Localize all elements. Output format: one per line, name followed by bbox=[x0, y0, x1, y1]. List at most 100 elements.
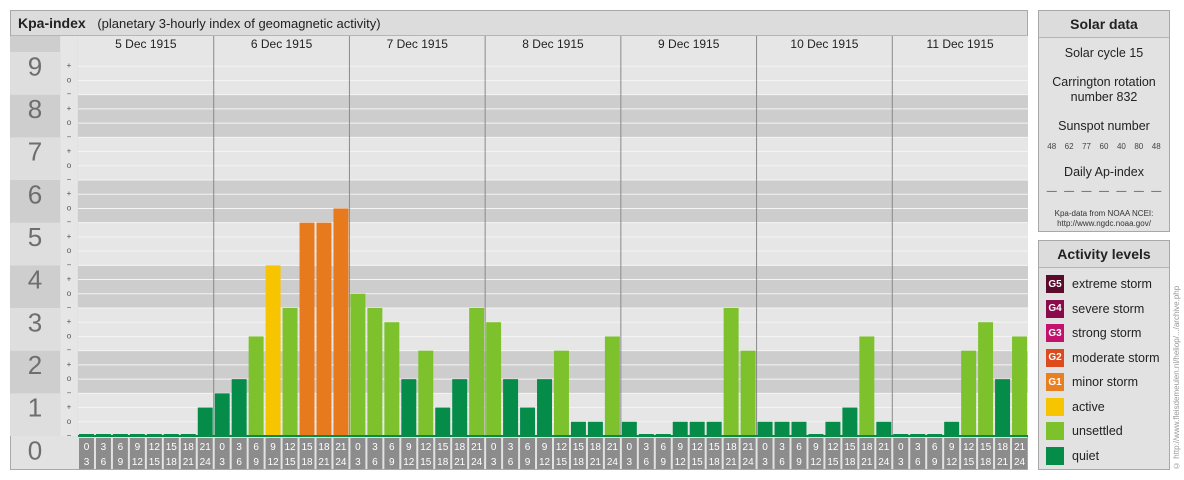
kpa-bar bbox=[672, 421, 688, 436]
interval-end-label: 21 bbox=[183, 457, 195, 468]
sub-tick-mark: − bbox=[67, 90, 72, 99]
sunspot-value: 48 bbox=[1047, 142, 1057, 151]
sub-tick-band bbox=[61, 308, 77, 351]
y-tick-label: 8 bbox=[28, 94, 42, 124]
interval-end-label: 9 bbox=[796, 457, 802, 468]
interval-start-label: 9 bbox=[949, 442, 955, 453]
legend-label: moderate storm bbox=[1072, 350, 1160, 365]
kpa-bar bbox=[469, 308, 485, 436]
sub-tick-mark: o bbox=[67, 75, 72, 84]
interval-end-label: 3 bbox=[219, 457, 225, 468]
kpa-bar bbox=[757, 421, 773, 436]
kpa-bar bbox=[520, 407, 536, 436]
legend-item: quiet bbox=[1039, 444, 1169, 469]
carrington-line-1: Carrington rotation bbox=[1052, 75, 1156, 89]
credit-link[interactable]: http://www.ngdc.noaa.gov/ bbox=[1039, 219, 1169, 229]
day-label: 5 Dec 1915 bbox=[115, 37, 177, 51]
interval-start-label: 3 bbox=[779, 442, 785, 453]
kpa-bar bbox=[401, 379, 417, 436]
sub-tick-mark: + bbox=[67, 189, 72, 198]
kpa-title: Kpa-index bbox=[18, 15, 86, 31]
legend-swatch: G3 bbox=[1046, 324, 1064, 343]
ap-value: — bbox=[1133, 186, 1144, 197]
interval-end-label: 15 bbox=[149, 457, 161, 468]
sub-tick-mark: − bbox=[67, 260, 72, 269]
interval-start-label: 12 bbox=[963, 442, 975, 453]
interval-start-label: 18 bbox=[183, 442, 195, 453]
kpa-bar bbox=[537, 379, 552, 436]
interval-start-label: 9 bbox=[135, 442, 141, 453]
interval-end-label: 18 bbox=[437, 457, 449, 468]
interval-end-label: 18 bbox=[980, 457, 992, 468]
sub-tick-mark: o bbox=[67, 203, 72, 212]
ap-values: — — — — — — — bbox=[1043, 186, 1165, 197]
day-label: 10 Dec 1915 bbox=[790, 37, 858, 51]
sub-tick-mark: − bbox=[67, 218, 72, 227]
interval-start-label: 21 bbox=[878, 442, 890, 453]
interval-end-label: 24 bbox=[607, 457, 619, 468]
interval-end-label: 15 bbox=[284, 457, 296, 468]
sub-tick-mark: + bbox=[67, 360, 72, 369]
ap-title: Daily Ap-index bbox=[1064, 165, 1144, 179]
sunspot-value: 77 bbox=[1082, 142, 1091, 151]
interval-start-label: 21 bbox=[607, 442, 619, 453]
kpa-bar bbox=[214, 393, 230, 436]
ap-value: — bbox=[1046, 186, 1057, 197]
interval-end-label: 12 bbox=[539, 457, 551, 468]
day-label: 8 Dec 1915 bbox=[522, 37, 584, 51]
interval-start-label: 6 bbox=[660, 442, 666, 453]
interval-end-label: 15 bbox=[963, 457, 975, 468]
day-label: 9 Dec 1915 bbox=[658, 37, 720, 51]
sub-tick-band bbox=[61, 137, 77, 180]
legend-label: quiet bbox=[1072, 448, 1100, 463]
sub-tick-mark: − bbox=[67, 346, 72, 355]
interval-start-label: 9 bbox=[270, 442, 276, 453]
site-credit-vertical: © http://www.fleisdemeulen.nl/heliop/...… bbox=[1172, 285, 1181, 470]
kpa-bar bbox=[570, 421, 586, 436]
interval-start-label: 21 bbox=[200, 442, 212, 453]
kpa-bar bbox=[350, 293, 366, 436]
interval-start-label: 15 bbox=[437, 442, 449, 453]
kpa-bar bbox=[791, 421, 807, 436]
interval-start-label: 0 bbox=[355, 442, 361, 453]
solar-cycle: Solar cycle 15 bbox=[1064, 46, 1144, 60]
sunspot-values: 48 62 77 60 40 80 48 bbox=[1043, 142, 1165, 151]
interval-end-label: 6 bbox=[779, 457, 785, 468]
sub-tick-mark: − bbox=[67, 303, 72, 312]
kpa-bar bbox=[1012, 336, 1027, 436]
interval-start-label: 12 bbox=[556, 442, 568, 453]
solar-data-title: Solar data bbox=[1039, 11, 1169, 38]
sub-tick-mark: + bbox=[67, 232, 72, 241]
legend-label: severe storm bbox=[1072, 301, 1145, 316]
sub-tick-mark: o bbox=[67, 289, 72, 298]
sub-tick-band bbox=[61, 222, 77, 266]
interval-start-label: 0 bbox=[491, 442, 497, 453]
sunspot-value: 60 bbox=[1099, 142, 1109, 151]
sub-tick-band bbox=[61, 393, 77, 436]
legend-swatch bbox=[1046, 446, 1064, 465]
interval-end-label: 21 bbox=[861, 457, 873, 468]
sub-tick-mark: o bbox=[67, 246, 72, 255]
interval-start-label: 12 bbox=[149, 442, 161, 453]
kpa-bar bbox=[299, 222, 315, 436]
y-tick-label: 4 bbox=[28, 265, 42, 295]
interval-start-label: 0 bbox=[84, 442, 90, 453]
sub-tick-mark: o bbox=[67, 118, 72, 127]
sub-tick-mark: − bbox=[67, 175, 72, 184]
legend-swatch: G1 bbox=[1046, 373, 1064, 392]
legend-label: extreme storm bbox=[1072, 277, 1152, 292]
interval-start-label: 15 bbox=[573, 442, 585, 453]
interval-start-label: 12 bbox=[827, 442, 839, 453]
interval-start-label: 3 bbox=[508, 442, 514, 453]
sub-tick-mark: + bbox=[67, 104, 72, 113]
sunspot-value: 80 bbox=[1134, 142, 1144, 151]
interval-start-label: 15 bbox=[166, 442, 178, 453]
carrington-block: Carrington rotation number 832 bbox=[1039, 75, 1169, 105]
grid-band bbox=[78, 180, 1028, 223]
interval-end-label: 24 bbox=[200, 457, 212, 468]
interval-end-label: 6 bbox=[508, 457, 514, 468]
grid-band bbox=[78, 94, 1028, 138]
y-tick-label: 9 bbox=[28, 51, 42, 81]
interval-end-label: 3 bbox=[355, 457, 361, 468]
kpa-bar bbox=[418, 350, 434, 436]
